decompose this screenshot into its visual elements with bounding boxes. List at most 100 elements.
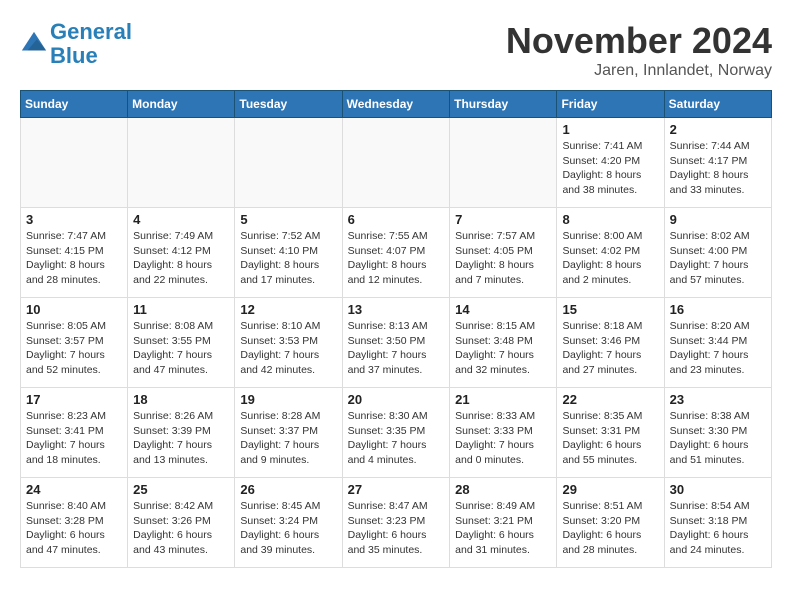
day-info: Sunrise: 7:44 AM Sunset: 4:17 PM Dayligh… xyxy=(670,139,766,198)
col-header-tuesday: Tuesday xyxy=(235,91,342,118)
day-info: Sunrise: 8:26 AM Sunset: 3:39 PM Dayligh… xyxy=(133,409,229,468)
day-number: 28 xyxy=(455,482,551,497)
day-number: 8 xyxy=(562,212,658,227)
calendar-cell: 9Sunrise: 8:02 AM Sunset: 4:00 PM Daylig… xyxy=(664,208,771,298)
calendar-cell: 24Sunrise: 8:40 AM Sunset: 3:28 PM Dayli… xyxy=(21,478,128,568)
calendar-cell: 21 Sunrise: 8:33 AM Sunset: 3:33 PM Dayli… xyxy=(450,388,557,478)
calendar-cell: 4 Sunrise: 7:49 AM Sunset: 4:12 PM Daylig… xyxy=(128,208,235,298)
calendar-cell: 7Sunrise: 7:57 AM Sunset: 4:05 PM Daylig… xyxy=(450,208,557,298)
day-number: 20 xyxy=(348,392,445,407)
week-row-2: 3 Sunrise: 7:47 AM Sunset: 4:15 PM Daylig… xyxy=(21,208,772,298)
day-info: Sunrise: 8:40 AM Sunset: 3:28 PM Dayligh… xyxy=(26,499,122,558)
day-number: 25 xyxy=(133,482,229,497)
calendar-cell xyxy=(450,118,557,208)
calendar-cell: 10 Sunrise: 8:05 AM Sunset: 3:57 PM Dayli… xyxy=(21,298,128,388)
calendar-cell xyxy=(21,118,128,208)
logo-text: General Blue xyxy=(50,20,132,68)
day-info: Sunrise: 8:05 AM Sunset: 3:57 PM Dayligh… xyxy=(26,319,122,378)
day-info: Sunrise: 8:33 AM Sunset: 3:33 PM Dayligh… xyxy=(455,409,551,468)
logo-icon xyxy=(20,30,48,58)
calendar-cell: 17 Sunrise: 8:23 AM Sunset: 3:41 PM Dayli… xyxy=(21,388,128,478)
week-row-5: 24Sunrise: 8:40 AM Sunset: 3:28 PM Dayli… xyxy=(21,478,772,568)
day-number: 18 xyxy=(133,392,229,407)
day-info: Sunrise: 8:51 AM Sunset: 3:20 PM Dayligh… xyxy=(562,499,658,558)
header: General Blue November 2024 Jaren, Innlan… xyxy=(20,20,772,80)
col-header-monday: Monday xyxy=(128,91,235,118)
col-header-thursday: Thursday xyxy=(450,91,557,118)
day-info: Sunrise: 8:45 AM Sunset: 3:24 PM Dayligh… xyxy=(240,499,336,558)
day-info: Sunrise: 8:54 AM Sunset: 3:18 PM Dayligh… xyxy=(670,499,766,558)
calendar-cell: 25 Sunrise: 8:42 AM Sunset: 3:26 PM Dayli… xyxy=(128,478,235,568)
calendar-cell: 8 Sunrise: 8:00 AM Sunset: 4:02 PM Daylig… xyxy=(557,208,664,298)
title-area: November 2024 Jaren, Innlandet, Norway xyxy=(506,20,772,80)
day-info: Sunrise: 8:35 AM Sunset: 3:31 PM Dayligh… xyxy=(562,409,658,468)
calendar-cell: 28 Sunrise: 8:49 AM Sunset: 3:21 PM Dayli… xyxy=(450,478,557,568)
header-row: SundayMondayTuesdayWednesdayThursdayFrid… xyxy=(21,91,772,118)
day-info: Sunrise: 8:20 AM Sunset: 3:44 PM Dayligh… xyxy=(670,319,766,378)
week-row-3: 10 Sunrise: 8:05 AM Sunset: 3:57 PM Dayli… xyxy=(21,298,772,388)
calendar-cell: 23 Sunrise: 8:38 AM Sunset: 3:30 PM Dayli… xyxy=(664,388,771,478)
logo-line1: General xyxy=(50,19,132,44)
day-info: Sunrise: 8:02 AM Sunset: 4:00 PM Dayligh… xyxy=(670,229,766,288)
calendar-cell: 18 Sunrise: 8:26 AM Sunset: 3:39 PM Dayli… xyxy=(128,388,235,478)
day-info: Sunrise: 7:49 AM Sunset: 4:12 PM Dayligh… xyxy=(133,229,229,288)
calendar-cell: 29 Sunrise: 8:51 AM Sunset: 3:20 PM Dayli… xyxy=(557,478,664,568)
logo-line2: Blue xyxy=(50,43,98,68)
calendar-cell: 15 Sunrise: 8:18 AM Sunset: 3:46 PM Dayli… xyxy=(557,298,664,388)
day-number: 22 xyxy=(562,392,658,407)
location: Jaren, Innlandet, Norway xyxy=(506,62,772,80)
day-number: 26 xyxy=(240,482,336,497)
day-number: 12 xyxy=(240,302,336,317)
day-number: 23 xyxy=(670,392,766,407)
day-info: Sunrise: 8:08 AM Sunset: 3:55 PM Dayligh… xyxy=(133,319,229,378)
col-header-saturday: Saturday xyxy=(664,91,771,118)
day-number: 3 xyxy=(26,212,122,227)
day-info: Sunrise: 8:28 AM Sunset: 3:37 PM Dayligh… xyxy=(240,409,336,468)
day-info: Sunrise: 8:00 AM Sunset: 4:02 PM Dayligh… xyxy=(562,229,658,288)
day-number: 7 xyxy=(455,212,551,227)
day-info: Sunrise: 8:18 AM Sunset: 3:46 PM Dayligh… xyxy=(562,319,658,378)
month-title: November 2024 xyxy=(506,20,772,62)
day-info: Sunrise: 7:52 AM Sunset: 4:10 PM Dayligh… xyxy=(240,229,336,288)
calendar-cell: 13 Sunrise: 8:13 AM Sunset: 3:50 PM Dayli… xyxy=(342,298,450,388)
calendar-cell: 12 Sunrise: 8:10 AM Sunset: 3:53 PM Dayli… xyxy=(235,298,342,388)
calendar-cell: 30 Sunrise: 8:54 AM Sunset: 3:18 PM Dayli… xyxy=(664,478,771,568)
calendar-cell: 5Sunrise: 7:52 AM Sunset: 4:10 PM Daylig… xyxy=(235,208,342,298)
day-number: 10 xyxy=(26,302,122,317)
calendar-cell: 16Sunrise: 8:20 AM Sunset: 3:44 PM Dayli… xyxy=(664,298,771,388)
day-info: Sunrise: 8:13 AM Sunset: 3:50 PM Dayligh… xyxy=(348,319,445,378)
day-number: 11 xyxy=(133,302,229,317)
calendar-cell: 6Sunrise: 7:55 AM Sunset: 4:07 PM Daylig… xyxy=(342,208,450,298)
calendar-cell: 1Sunrise: 7:41 AM Sunset: 4:20 PM Daylig… xyxy=(557,118,664,208)
calendar-cell xyxy=(342,118,450,208)
week-row-1: 1Sunrise: 7:41 AM Sunset: 4:20 PM Daylig… xyxy=(21,118,772,208)
day-info: Sunrise: 8:23 AM Sunset: 3:41 PM Dayligh… xyxy=(26,409,122,468)
day-number: 13 xyxy=(348,302,445,317)
day-number: 6 xyxy=(348,212,445,227)
day-number: 4 xyxy=(133,212,229,227)
day-info: Sunrise: 8:47 AM Sunset: 3:23 PM Dayligh… xyxy=(348,499,445,558)
day-info: Sunrise: 8:10 AM Sunset: 3:53 PM Dayligh… xyxy=(240,319,336,378)
col-header-wednesday: Wednesday xyxy=(342,91,450,118)
col-header-friday: Friday xyxy=(557,91,664,118)
calendar-cell: 26 Sunrise: 8:45 AM Sunset: 3:24 PM Dayli… xyxy=(235,478,342,568)
day-number: 19 xyxy=(240,392,336,407)
day-info: Sunrise: 7:47 AM Sunset: 4:15 PM Dayligh… xyxy=(26,229,122,288)
day-number: 29 xyxy=(562,482,658,497)
logo: General Blue xyxy=(20,20,132,68)
day-number: 17 xyxy=(26,392,122,407)
calendar-cell xyxy=(235,118,342,208)
calendar-cell xyxy=(128,118,235,208)
day-number: 2 xyxy=(670,122,766,137)
day-number: 15 xyxy=(562,302,658,317)
day-info: Sunrise: 8:30 AM Sunset: 3:35 PM Dayligh… xyxy=(348,409,445,468)
col-header-sunday: Sunday xyxy=(21,91,128,118)
day-info: Sunrise: 8:38 AM Sunset: 3:30 PM Dayligh… xyxy=(670,409,766,468)
day-number: 30 xyxy=(670,482,766,497)
week-row-4: 17 Sunrise: 8:23 AM Sunset: 3:41 PM Dayli… xyxy=(21,388,772,478)
calendar-cell: 27Sunrise: 8:47 AM Sunset: 3:23 PM Dayli… xyxy=(342,478,450,568)
day-info: Sunrise: 8:49 AM Sunset: 3:21 PM Dayligh… xyxy=(455,499,551,558)
day-number: 21 xyxy=(455,392,551,407)
day-info: Sunrise: 8:42 AM Sunset: 3:26 PM Dayligh… xyxy=(133,499,229,558)
day-number: 14 xyxy=(455,302,551,317)
